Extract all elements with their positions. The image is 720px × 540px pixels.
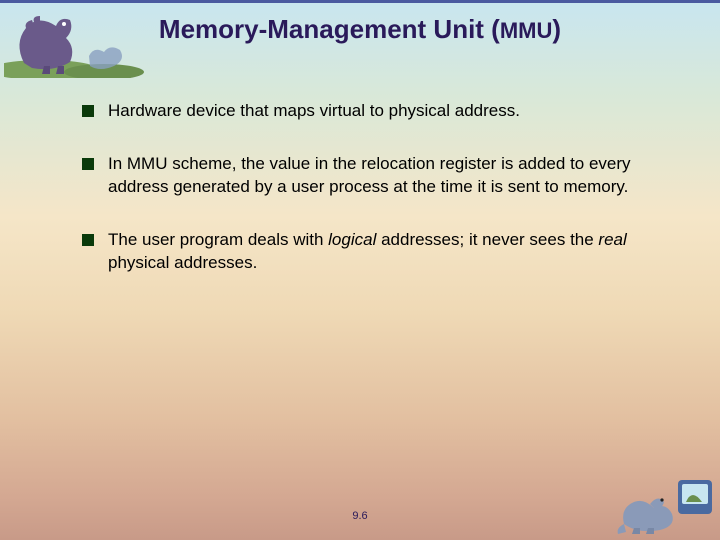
- bullet-text: Hardware device that maps virtual to phy…: [108, 100, 642, 123]
- bullet-item: Hardware device that maps virtual to phy…: [82, 100, 642, 123]
- bullet-text: In MMU scheme, the value in the relocati…: [108, 153, 642, 199]
- bullet-text: The user program deals with logical addr…: [108, 229, 642, 275]
- page-number: 9.6: [0, 510, 720, 522]
- slide: Memory-Management Unit (MMU) Hardware de…: [0, 0, 720, 540]
- bullet-item: The user program deals with logical addr…: [82, 229, 642, 275]
- body-content: Hardware device that maps virtual to phy…: [82, 100, 642, 305]
- bullet-marker-icon: [82, 158, 94, 170]
- title-close: ): [552, 14, 561, 44]
- bullet-marker-icon: [82, 234, 94, 246]
- slide-title: Memory-Management Unit (MMU): [0, 14, 720, 45]
- top-border: [0, 0, 720, 3]
- title-main: Memory-Management Unit (: [159, 14, 500, 44]
- title-abbrev: MMU: [500, 18, 553, 43]
- bullet-marker-icon: [82, 105, 94, 117]
- dinosaur-right-illustration: [614, 474, 714, 534]
- bullet-item: In MMU scheme, the value in the relocati…: [82, 153, 642, 199]
